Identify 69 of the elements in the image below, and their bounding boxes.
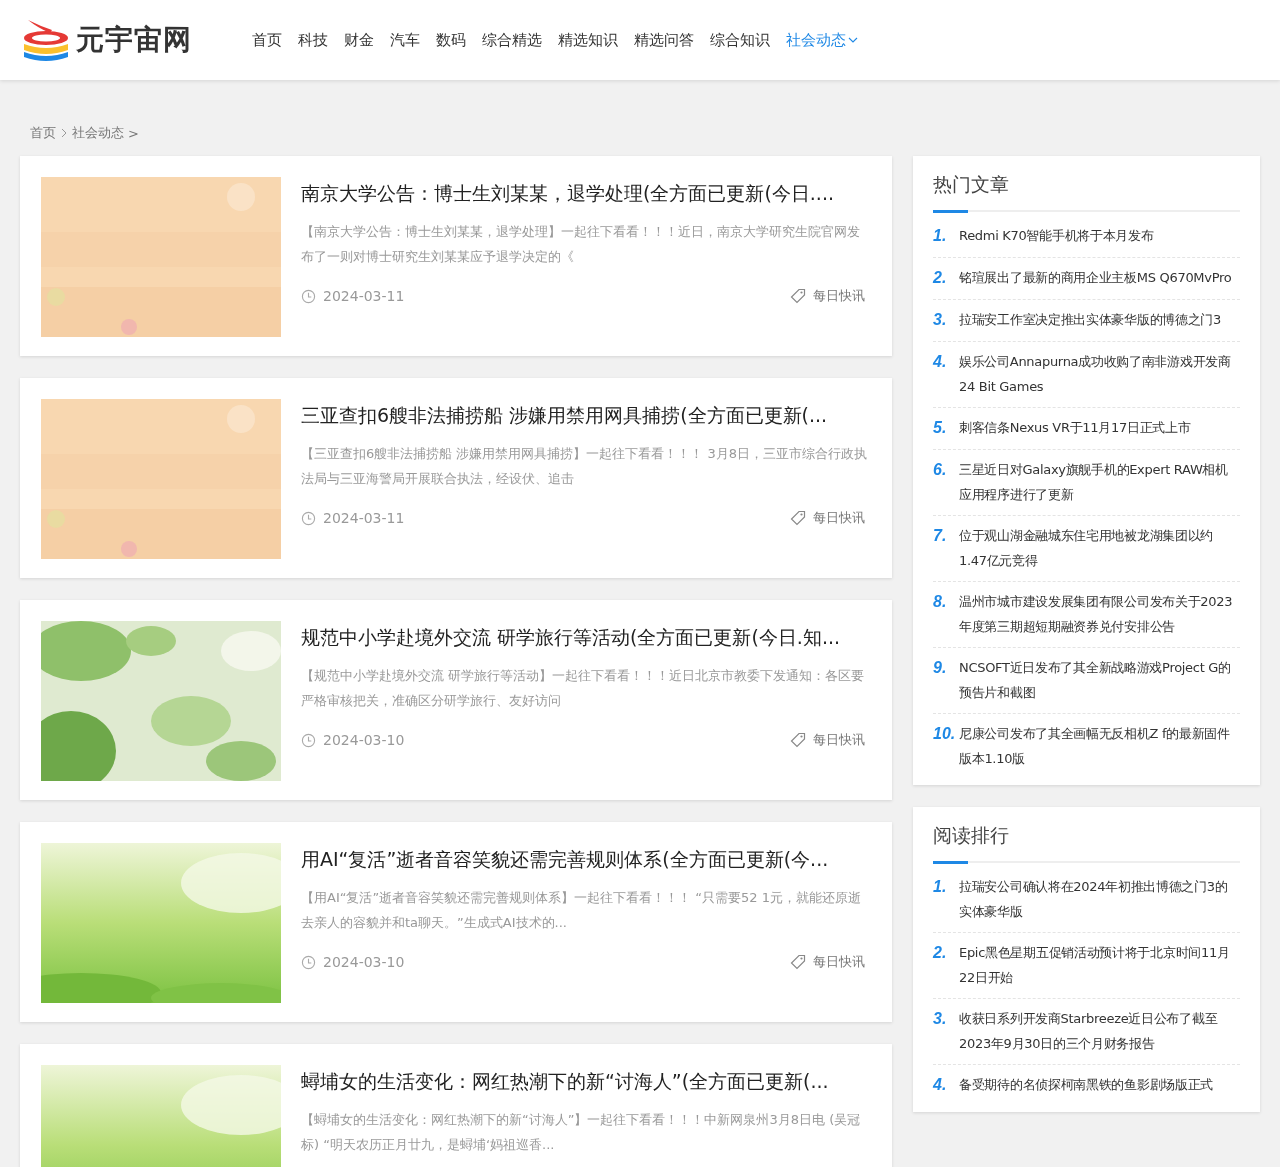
article-link[interactable]: Epic黑色星期五促销活动预计将于北京时间11月22日开始 xyxy=(959,940,1240,990)
article-link[interactable]: Redmi K70智能手机将于本月发布 xyxy=(959,223,1154,249)
rank-number: 5. xyxy=(933,418,948,438)
clock-icon xyxy=(301,288,316,304)
rank-number: 4. xyxy=(933,352,948,372)
nav-link[interactable]: 精选知识 xyxy=(550,30,626,50)
title-underline xyxy=(933,210,968,213)
nav-link[interactable]: 财金 xyxy=(336,30,382,50)
rank-number: 6. xyxy=(933,460,948,480)
article-link[interactable]: 铭瑄展出了最新的商用企业主板MS Q670MvPro xyxy=(959,265,1232,291)
article-title[interactable]: 三亚查扣6艘非法捕捞船 涉嫌用禁用网具捕捞(全方面已更新(... xyxy=(301,403,828,429)
article-link[interactable]: 温州市城市建设发展集团有限公司发布关于2023年度第三期超短期融资券兑付安排公告 xyxy=(959,589,1240,639)
nav-link[interactable]: 科技 xyxy=(290,30,336,50)
breadcrumb-separator: > xyxy=(128,125,139,141)
article-link[interactable]: 三星近日对Galaxy旗舰手机的Expert RAW相机应用程序进行了更新 xyxy=(959,457,1240,507)
article-title[interactable]: 用AI“复活”逝者音容笑貌还需完善规则体系(全方面已更新(今... xyxy=(301,847,829,873)
article-link[interactable]: 位于观山湖金融城东住宅用地被龙湖集团以约1.47亿元竞得 xyxy=(959,523,1240,573)
tag-icon xyxy=(790,288,806,304)
article-link[interactable]: 娱乐公司Annapurna成功收购了南非游戏开发商24 Bit Games xyxy=(959,349,1240,399)
nav-link[interactable]: 综合知识 xyxy=(702,30,778,50)
article-link[interactable]: 刺客信条Nexus VR于11月17日正式上市 xyxy=(959,415,1191,441)
chevron-down-icon xyxy=(848,35,858,45)
article-title[interactable]: 规范中小学赴境外交流 研学旅行等活动(全方面已更新(今日.知... xyxy=(301,625,841,651)
rank-number: 4. xyxy=(933,1075,948,1095)
title-underline xyxy=(933,861,968,864)
article-link[interactable]: NCSOFT近日发布了其全新战略游戏Project G的预告片和截图 xyxy=(959,655,1240,705)
clock-icon xyxy=(301,954,316,970)
article-link[interactable]: 拉瑞安公司确认将在2024年初推出博德之门3的实体豪华版 xyxy=(959,874,1240,924)
article-category-link[interactable]: 每日快讯 xyxy=(813,509,865,527)
clock-icon xyxy=(301,510,316,526)
article-category-link[interactable]: 每日快讯 xyxy=(813,731,865,749)
nav-link[interactable]: 社会动态 xyxy=(778,30,866,50)
tag-icon xyxy=(790,732,806,748)
article-date: 2024-03-11 xyxy=(323,288,405,304)
panel-title: 阅读排行 xyxy=(933,823,1010,848)
breadcrumb-link[interactable]: 首页 xyxy=(30,124,56,142)
rank-number: 10. xyxy=(933,724,957,744)
rank-number: 1. xyxy=(933,877,948,897)
article-title[interactable]: 蟳埔女的生活变化：网红热潮下的新“讨海人”(全方面已更新(... xyxy=(301,1069,829,1095)
rank-number: 9. xyxy=(933,658,948,678)
nav-link[interactable]: 数码 xyxy=(428,30,474,50)
article-link[interactable]: 拉瑞安工作室决定推出实体豪华版的博德之门3 xyxy=(959,307,1221,333)
tag-icon xyxy=(790,954,806,970)
article-category-link[interactable]: 每日快讯 xyxy=(813,953,865,971)
rank-number: 2. xyxy=(933,268,948,288)
article-category-link[interactable]: 每日快讯 xyxy=(813,287,865,305)
chevron-right-icon xyxy=(60,128,68,138)
article-date: 2024-03-10 xyxy=(323,732,405,748)
rank-number: 2. xyxy=(933,943,948,963)
rank-number: 8. xyxy=(933,592,948,612)
breadcrumb-link[interactable]: 社会动态 xyxy=(72,124,124,142)
nav-link[interactable]: 首页 xyxy=(244,30,290,50)
article-link[interactable]: 备受期待的名侦探柯南黑铁的鱼影剧场版正式 xyxy=(959,1072,1213,1098)
rank-number: 3. xyxy=(933,310,948,330)
clock-icon xyxy=(301,732,316,748)
tag-icon xyxy=(790,510,806,526)
rank-number: 7. xyxy=(933,526,948,546)
article-link[interactable]: 收获日系列开发商Starbreeze近日公布了截至2023年9月30日的三个月财务报告 xyxy=(959,1006,1240,1056)
nav-link[interactable]: 精选问答 xyxy=(626,30,702,50)
article-title[interactable]: 南京大学公告：博士生刘某某，退学处理(全方面已更新(今日.... xyxy=(301,181,834,207)
nav-link[interactable]: 综合精选 xyxy=(474,30,550,50)
article-date: 2024-03-10 xyxy=(323,954,405,970)
rank-number: 3. xyxy=(933,1009,948,1029)
nav-link[interactable]: 汽车 xyxy=(382,30,428,50)
article-link[interactable]: 尼康公司发布了其全画幅无反相机Z f的最新固件版本1.10版 xyxy=(959,721,1240,771)
rank-number: 1. xyxy=(933,226,948,246)
panel-title: 热门文章 xyxy=(933,172,1010,197)
article-date: 2024-03-11 xyxy=(323,510,405,526)
site-logo-text: 元宇宙网 xyxy=(76,22,192,58)
